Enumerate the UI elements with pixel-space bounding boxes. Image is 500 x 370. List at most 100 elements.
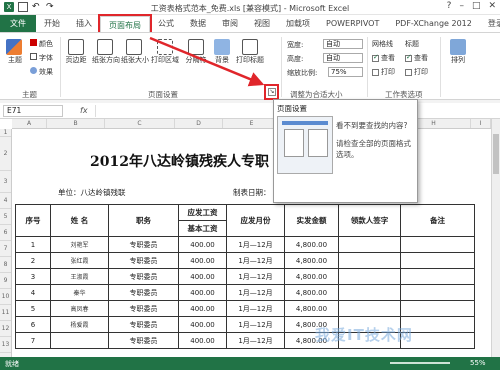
header-sign[interactable]: 领款人签字 (338, 204, 401, 237)
cell-position[interactable]: 专职委员 (108, 284, 179, 301)
breaks-button[interactable]: 分隔符 (183, 39, 209, 65)
cell-actual[interactable]: 4,800.00 (284, 284, 339, 301)
cell-seq[interactable]: 7 (15, 332, 51, 349)
tab-powerpivot[interactable]: POWERPIVOT (318, 15, 387, 32)
row-header[interactable]: 4 (0, 193, 11, 209)
row-header[interactable]: 11 (0, 305, 11, 321)
tab-pdf-xchange[interactable]: PDF-XChange 2012 (387, 15, 480, 32)
margins-button[interactable]: 页边距 (63, 39, 89, 65)
row-header[interactable]: 1 (0, 129, 11, 137)
minimize-button[interactable]: – (459, 1, 464, 11)
background-button[interactable]: 背景 (212, 39, 232, 65)
fonts-button[interactable]: 字体 (30, 53, 53, 63)
cell-base-salary[interactable]: 400.00 (178, 300, 227, 317)
cell-note[interactable] (400, 252, 475, 269)
cell-name[interactable]: 秦华 (50, 284, 109, 301)
size-button[interactable]: 纸张大小 (121, 39, 149, 65)
colors-button[interactable]: 颜色 (30, 39, 53, 49)
cell-position[interactable]: 专职委员 (108, 300, 179, 317)
help-button[interactable]: ? (447, 1, 452, 11)
cell-base-salary[interactable]: 400.00 (178, 284, 227, 301)
cell-base-salary[interactable]: 400.00 (178, 252, 227, 269)
fx-icon[interactable]: fx (80, 106, 88, 115)
height-select[interactable]: 自动 (323, 53, 363, 63)
tab-addins[interactable]: 加载项 (278, 15, 318, 32)
cell-seq[interactable]: 1 (15, 236, 51, 253)
print-area-button[interactable]: 打印区域 (150, 39, 180, 65)
cell-seq[interactable]: 2 (15, 252, 51, 269)
row-header[interactable]: 6 (0, 225, 11, 241)
cell-base-salary[interactable]: 400.00 (178, 332, 227, 349)
cell-month[interactable]: 1月—12月 (226, 252, 285, 269)
cell-position[interactable]: 专职委员 (108, 332, 179, 349)
cell-seq[interactable]: 5 (15, 300, 51, 317)
cell-name[interactable] (50, 332, 109, 349)
cell-note[interactable] (400, 236, 475, 253)
row-header[interactable]: 5 (0, 209, 11, 225)
header-position[interactable]: 职务 (108, 204, 179, 237)
scale-input[interactable]: 75% (328, 67, 363, 77)
tab-file[interactable]: 文件 (0, 15, 36, 32)
row-header[interactable]: 9 (0, 273, 11, 289)
row-header[interactable]: 7 (0, 241, 11, 257)
column-header[interactable]: D (175, 119, 223, 128)
cell-note[interactable] (400, 300, 475, 317)
cell-seq[interactable]: 3 (15, 268, 51, 285)
header-salary-group[interactable]: 应发工资 (178, 204, 227, 221)
column-header[interactable]: A (12, 119, 47, 128)
print-titles-button[interactable]: 打印标题 (235, 39, 265, 65)
row-header[interactable]: 13 (0, 337, 11, 353)
vertical-scrollbar[interactable] (491, 119, 500, 357)
tab-review[interactable]: 审阅 (214, 15, 246, 32)
cell-month[interactable]: 1月—12月 (226, 268, 285, 285)
maximize-button[interactable]: □ (472, 1, 481, 11)
headings-print-checkbox[interactable]: 打印 (405, 67, 428, 77)
tab-home[interactable]: 开始 (36, 15, 68, 32)
orientation-button[interactable]: 纸张方向 (92, 39, 120, 65)
tab-data[interactable]: 数据 (182, 15, 214, 32)
zoom-level[interactable]: 55% (470, 359, 486, 367)
cell-actual[interactable]: 4,800.00 (284, 300, 339, 317)
cell-name[interactable]: 高凤春 (50, 300, 109, 317)
arrange-button[interactable]: 排列 (448, 39, 468, 65)
width-select[interactable]: 自动 (323, 39, 363, 49)
column-header[interactable]: I (471, 119, 491, 128)
gridlines-view-checkbox[interactable]: 查看 (372, 53, 395, 63)
cell-actual[interactable]: 4,800.00 (284, 236, 339, 253)
cell-month[interactable]: 1月—12月 (226, 300, 285, 317)
column-header[interactable]: C (105, 119, 175, 128)
tab-insert[interactable]: 插入 (68, 15, 100, 32)
cell-name[interactable]: 王淑霞 (50, 268, 109, 285)
cell-note[interactable] (400, 284, 475, 301)
themes-button[interactable]: 主题 (6, 39, 24, 65)
header-name[interactable]: 姓 名 (50, 204, 109, 237)
gridlines-print-checkbox[interactable]: 打印 (372, 67, 395, 77)
cell-sign[interactable] (338, 236, 401, 253)
zoom-slider[interactable] (390, 362, 450, 364)
header-base[interactable]: 基本工资 (178, 220, 227, 237)
close-button[interactable]: ✕ (488, 1, 496, 11)
cell-seq[interactable]: 6 (15, 316, 51, 333)
cell-month[interactable]: 1月—12月 (226, 316, 285, 333)
cell-month[interactable]: 1月—12月 (226, 236, 285, 253)
header-seq[interactable]: 序号 (15, 204, 51, 237)
cell-base-salary[interactable]: 400.00 (178, 236, 227, 253)
row-header[interactable]: 3 (0, 171, 11, 193)
cell-seq[interactable]: 4 (15, 284, 51, 301)
row-header[interactable]: 2 (0, 137, 11, 171)
row-header[interactable]: 8 (0, 257, 11, 273)
header-note[interactable]: 备注 (400, 204, 475, 237)
cell-base-salary[interactable]: 400.00 (178, 268, 227, 285)
row-header[interactable]: 12 (0, 321, 11, 337)
cell-position[interactable]: 专职委员 (108, 316, 179, 333)
cell-actual[interactable]: 4,800.00 (284, 268, 339, 285)
cell-sign[interactable] (338, 268, 401, 285)
cell-name[interactable]: 张红霞 (50, 252, 109, 269)
cell-name[interactable]: 杨爱霞 (50, 316, 109, 333)
header-month[interactable]: 应发月份 (226, 204, 285, 237)
cell-base-salary[interactable]: 400.00 (178, 316, 227, 333)
scroll-thumb[interactable] (493, 134, 499, 174)
tab-formulas[interactable]: 公式 (150, 15, 182, 32)
name-box[interactable]: E71 (3, 105, 63, 117)
cell-month[interactable]: 1月—12月 (226, 284, 285, 301)
